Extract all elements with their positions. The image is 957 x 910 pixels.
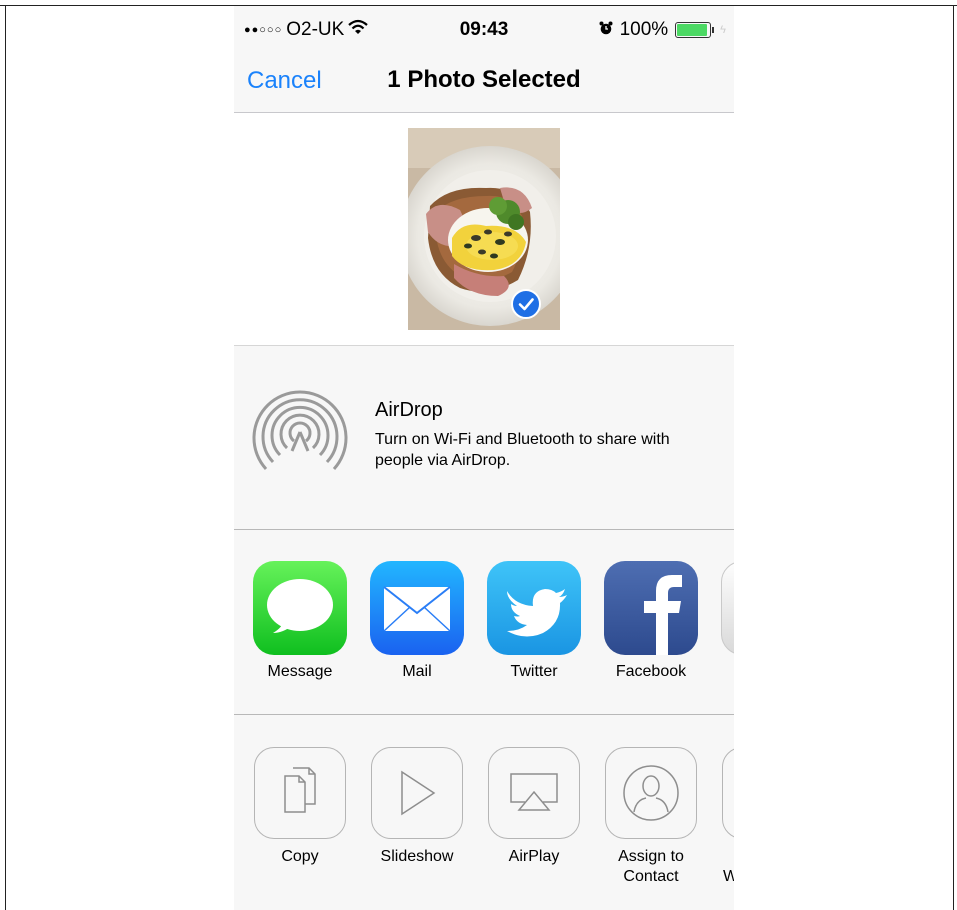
copy-icon: [254, 747, 346, 839]
partial-app-icon: [721, 561, 734, 655]
action-label: W: [723, 868, 734, 885]
contact-icon: [605, 747, 697, 839]
share-app-label: Twitter: [510, 663, 558, 680]
apps-divider: [234, 714, 734, 715]
alarm-icon: [599, 19, 613, 41]
twitter-icon: [487, 561, 581, 655]
photo-divider: [234, 345, 734, 346]
action-label: Assign to Contact: [618, 848, 684, 885]
status-right: 100% ϟ: [599, 19, 726, 41]
frame-left-border: [5, 5, 6, 910]
share-app-label: Facebook: [615, 663, 687, 680]
navigation-bar: Cancel 1 Photo Selected: [234, 52, 734, 112]
action-copy[interactable]: Copy: [245, 747, 355, 867]
action-label: Slideshow: [380, 848, 454, 865]
action-partial[interactable]: W: [713, 747, 734, 887]
slideshow-icon: [371, 747, 463, 839]
airdrop-description: Turn on Wi-Fi and Bluetooth to share wit…: [375, 431, 670, 469]
action-slideshow[interactable]: Slideshow: [362, 747, 472, 867]
battery-percent: 100%: [619, 19, 669, 40]
share-app-mail[interactable]: Mail: [369, 561, 465, 681]
airdrop-title: AirDrop: [375, 399, 443, 421]
message-icon: [253, 561, 347, 655]
battery-fill: [677, 24, 708, 36]
mail-icon: [370, 561, 464, 655]
airplay-icon: [488, 747, 580, 839]
status-bar: ●●○○○ O2-UK 09:43 100% ϟ: [234, 6, 734, 52]
share-app-twitter[interactable]: Twitter: [486, 561, 582, 681]
page-title: 1 Photo Selected: [387, 66, 581, 93]
battery-icon: [675, 22, 715, 38]
action-airplay[interactable]: AirPlay: [479, 747, 589, 867]
airdrop-icon: [252, 385, 348, 486]
share-sheet-screen: ●●○○○ O2-UK 09:43 100% ϟ Cancel 1 Photo …: [234, 6, 734, 910]
action-label: Copy: [281, 848, 319, 865]
share-apps-row[interactable]: Message Mail Twitter Facebook: [234, 530, 734, 714]
photo-strip: [234, 113, 734, 345]
action-label: AirPlay: [508, 848, 560, 865]
frame-right-border: [953, 5, 954, 910]
action-assign-to-contact[interactable]: Assign to Contact: [596, 747, 706, 887]
actions-row[interactable]: Copy Slideshow AirPlay Assign to Contact…: [234, 716, 734, 910]
share-app-partial[interactable]: [720, 561, 734, 655]
partial-action-icon: [722, 747, 734, 839]
share-app-message[interactable]: Message: [252, 561, 348, 681]
charging-bolt-icon: ϟ: [720, 24, 726, 36]
selected-checkmark-icon[interactable]: [511, 289, 541, 319]
share-app-label: Mail: [402, 663, 432, 680]
share-app-facebook[interactable]: Facebook: [603, 561, 699, 681]
facebook-icon: [604, 561, 698, 655]
airdrop-section[interactable]: AirDrop Turn on Wi-Fi and Bluetooth to s…: [234, 347, 734, 529]
share-app-label: Message: [267, 663, 333, 680]
